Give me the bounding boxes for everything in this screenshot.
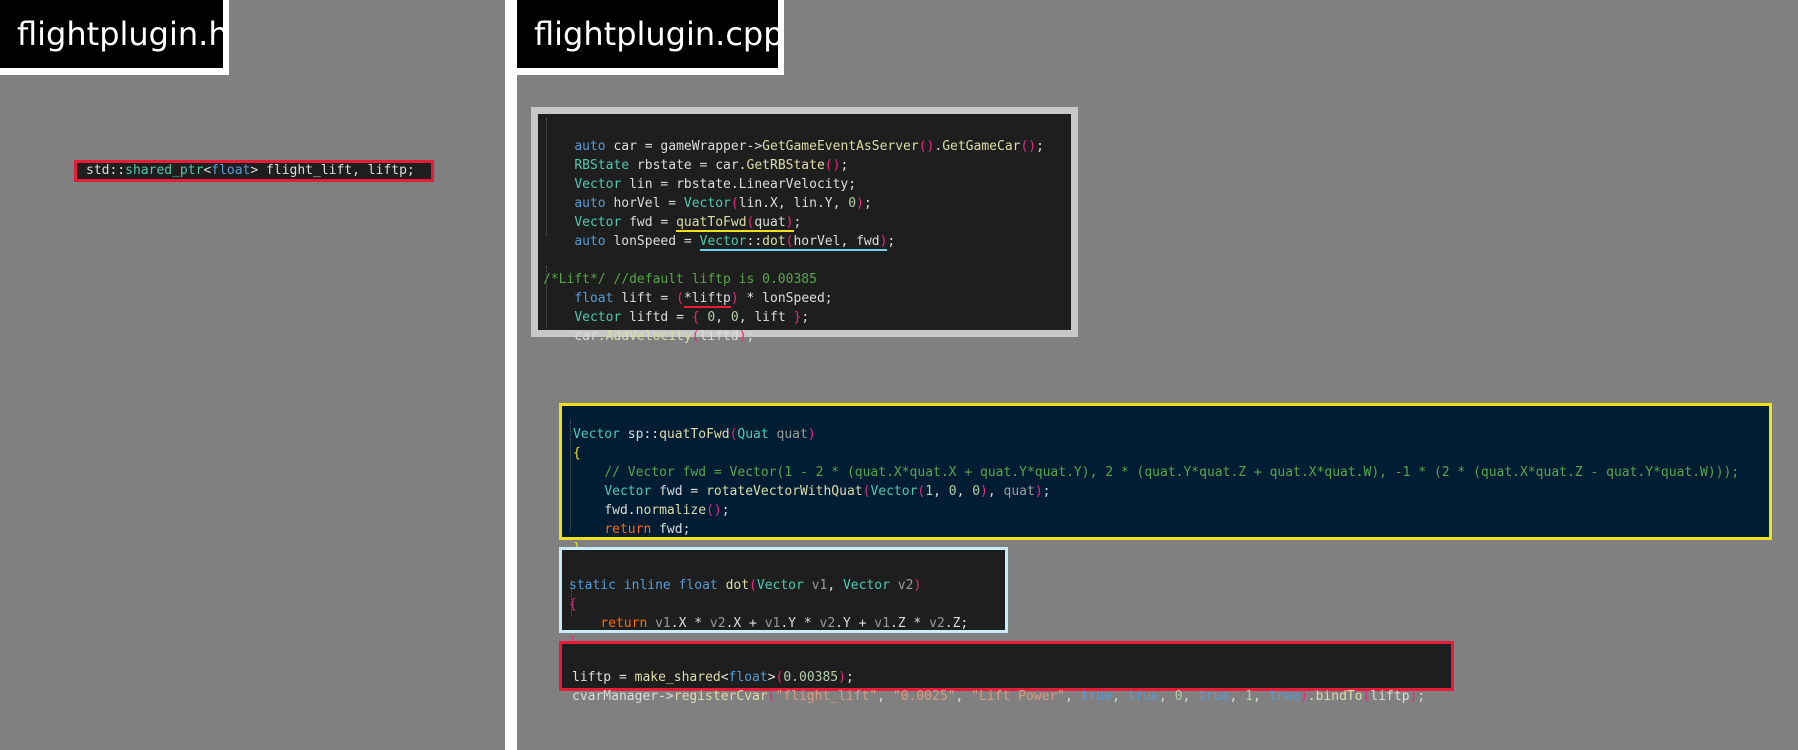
pane-divider [505,0,517,750]
code-line: fwd.normalize(); [573,503,730,518]
code-line: Vector sp::quatToFwd(Quat quat) [573,427,816,442]
code-line: Vector fwd = quatToFwd(quat); [574,215,802,232]
code-line: cvarManager->registerCvar("flight_lift",… [572,689,1426,704]
indent-guide [570,419,571,532]
dot-function-code: static inline float dot(Vector v1, Vecto… [569,557,1005,652]
code-line: Vector lin = rbstate.LinearVelocity; [574,177,857,192]
code-line: static inline float dot(Vector v1, Vecto… [569,578,922,593]
code-line: auto car = gameWrapper->GetGameEventAsSe… [574,139,1044,154]
code-line: car.AddVelocity(liftd); [543,329,755,344]
code-line: auto horVel = Vector(lin.X, lin.Y, 0); [574,196,872,211]
code-line: Vector fwd = rotateVectorWithQuat(Vector… [604,484,1051,499]
indent-guide [546,118,547,236]
code-line: { [573,446,581,461]
header-file-tab: flightplugin.h [0,0,229,75]
code-token: std:: [86,163,126,178]
code-line: Vector liftd = { 0, 0, lift }; [574,310,810,325]
code-line: return v1.X * v2.X + v1.Y * v2.Y + v1.Z … [600,616,969,631]
code-line: liftp = make_shared<float>(0.00385); [572,670,854,685]
source-file-tab: flightplugin.cpp [517,0,784,75]
code-line: /*Lift*/ //default liftp is 0.00385 [543,272,817,287]
header-declaration-code: std::shared_ptr<float> flight_lift, lift… [86,163,415,178]
main-snippet-code: auto car = gameWrapper->GetGameEventAsSe… [543,118,1071,346]
code-line: // Vector fwd = Vector(1 - 2 * (quat.X*q… [604,465,1740,480]
header-declaration-box: std::shared_ptr<float> flight_lift, lift… [74,160,434,182]
quat-to-fwd-code: Vector sp::quatToFwd(Quat quat){ // Vect… [573,406,1769,558]
indent-guide [546,266,547,328]
code-line: RBState rbstate = car.GetRBState(); [574,158,849,173]
indent-guide [571,580,572,616]
dot-function-box: static inline float dot(Vector v1, Vecto… [559,547,1008,650]
cvar-register-box: liftp = make_shared<float>(0.00385);cvar… [559,641,1454,704]
quat-to-fwd-box: Vector sp::quatToFwd(Quat quat){ // Vect… [559,403,1772,556]
code-line: return fwd; [604,522,691,537]
main-snippet-box: auto car = gameWrapper->GetGameEventAsSe… [531,107,1078,344]
code-line: auto lonSpeed = Vector::dot(horVel, fwd)… [574,234,896,251]
code-line: { [569,597,577,612]
cvar-register-code: liftp = make_shared<float>(0.00385);cvar… [572,649,1451,706]
code-line: float lift = (*liftp) * lonSpeed; [574,291,833,308]
